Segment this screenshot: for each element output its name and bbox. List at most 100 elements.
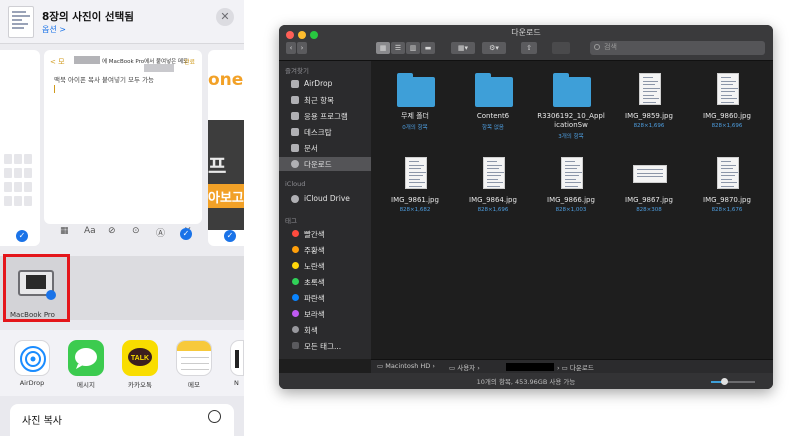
redacted-block [144,64,174,72]
sidebar-tag-gray[interactable]: 회색 [279,323,371,337]
file-meta: 828×1,676 [711,207,743,213]
airdrop-icon[interactable] [14,340,50,376]
sidebar-tag-green[interactable]: 초록색 [279,275,371,289]
sidebar-item-label: AirDrop [304,79,333,88]
sidebar-tag-blue[interactable]: 파란색 [279,291,371,305]
list-view-button[interactable]: ☰ [391,42,405,54]
action-gear-button[interactable]: ⚙▾ [482,42,506,54]
folder-icon [397,73,435,107]
sidebar-tag-all[interactable]: 모든 태그... [279,339,371,353]
tag-color-icon [292,326,299,333]
sidebar-item-label: 초록색 [304,278,325,287]
photo-preview-carousel: ✓ < 모 에 MacBook Pro에서 붙여넣은 메모 완료 맥북 아이폰 … [0,44,244,256]
sidebar-item-downloads[interactable]: 다운로드 [279,157,371,171]
icon-view-button[interactable]: ▦ [376,42,390,54]
markup-icon: Ⓐ [156,229,166,239]
sidebar-item-label: 회색 [304,326,318,335]
sidebar-item-desktop[interactable]: 데스크탑 [279,125,371,139]
selected-check-icon[interactable]: ✓ [224,230,236,242]
gallery-view-button[interactable]: ▬ [421,42,435,54]
window-title: 다운로드 [511,28,541,37]
image-file-icon [717,157,739,189]
preview-card-note[interactable]: < 모 에 MacBook Pro에서 붙여넣은 메모 완료 맥북 아이폰 복사… [44,50,202,224]
camera-icon: ⊙ [132,226,140,236]
file-item[interactable]: IMG_9864.jpg 828×1,696 [455,153,531,229]
sidebar-tag-orange[interactable]: 주황색 [279,243,371,257]
selected-check-icon[interactable]: ✓ [16,230,28,242]
sidebar-item-recents[interactable]: 최근 항목 [279,93,371,107]
file-item[interactable]: IMG_9860.jpg 828×1,696 [689,69,765,145]
table-icon: ▦ [60,226,69,236]
sidebar-item-label: iCloud Drive [304,194,350,203]
highlight-box [3,254,70,322]
sidebar-item-applications[interactable]: 응용 프로그램 [279,109,371,123]
tag-color-icon [292,310,299,317]
file-item[interactable]: IMG_9867.jpg 828×308 [611,153,687,229]
redacted-username [506,363,554,371]
folder-icon [553,73,591,107]
file-item[interactable]: IMG_9859.jpg 828×1,696 [611,69,687,145]
folder-item[interactable]: 무제 폴더 0개의 항목 [377,69,453,145]
note-done-label: 완료 [184,59,196,66]
share-button[interactable]: ⇧ [521,42,537,54]
sidebar-item-label: 데스크탑 [304,128,332,137]
recents-icon [291,96,299,104]
sidebar-tag-red[interactable]: 빨간색 [279,227,371,241]
tag-color-icon [292,278,299,285]
preview-card-left[interactable]: ✓ [0,50,40,246]
sidebar-item-label: 최근 항목 [304,96,334,105]
screenshot-root: 8장의 사진이 선택됨 옵션 > ✕ ✓ < 모 에 MacBook Pro에서… [0,0,808,436]
file-item[interactable]: IMG_9861.jpg 828×1,682 [377,153,453,229]
image-file-icon [717,73,739,105]
forward-button[interactable]: › [297,42,307,54]
file-meta: 828×1,682 [399,207,431,213]
kakaotalk-logo-text: TALK [131,355,149,362]
search-input[interactable]: 검색 [590,41,765,55]
file-meta: 0개의 항목 [402,125,428,131]
close-button[interactable]: ✕ [216,8,234,26]
file-name: R3306192_10_ApplicationSw [537,112,605,129]
tag-button[interactable] [552,42,570,54]
app-label: 메모 [188,381,200,389]
sidebar-tag-yellow[interactable]: 노란색 [279,259,371,273]
note-body-text: 맥북 아이폰 복사 붙여넣기 모두 가능 [54,76,155,84]
image-file-icon [639,73,661,105]
sidebar-item-label: 빨간색 [304,230,325,239]
app-partial-icon[interactable] [230,340,244,376]
ios-share-sheet: 8장의 사진이 선택됨 옵션 > ✕ ✓ < 모 에 MacBook Pro에서… [0,0,244,436]
sidebar-item-documents[interactable]: 문서 [279,141,371,155]
preview-card-right[interactable]: one 프 아보고 ✓ [208,50,244,246]
sidebar-favorites-header: 즐겨찾기 [285,67,309,75]
applications-icon [291,112,299,120]
selected-check-icon[interactable]: ✓ [180,228,192,240]
file-name: IMG_9866.jpg [547,196,595,204]
back-button[interactable]: ‹ [286,42,296,54]
kakaotalk-icon[interactable]: TALK [122,340,158,376]
folder-item[interactable]: R3306192_10_ApplicationSw 3개의 항목 [533,69,609,145]
documents-icon [291,144,299,152]
sidebar-item-label: 문서 [304,144,318,153]
sidebar-item-airdrop[interactable]: AirDrop [279,77,371,91]
options-link[interactable]: 옵션 > [42,24,66,35]
notes-icon[interactable] [176,340,212,376]
file-item[interactable]: IMG_9866.jpg 828×1,003 [533,153,609,229]
downloads-icon [291,160,299,168]
sidebar-item-icloud-drive[interactable]: iCloud Drive [279,192,371,206]
folder-item[interactable]: Content6 항목 없음 [455,69,531,145]
path-segment-users[interactable]: ▭ 사용자 › [449,362,480,372]
preview-banner-text: 아보고 [208,191,244,206]
file-meta: 828×308 [636,207,662,213]
path-segment-downloads[interactable]: › ▭ 다운로드 [557,362,594,372]
group-by-button[interactable]: ▦▾ [451,42,475,54]
file-meta: 828×1,003 [555,207,587,213]
icon-size-slider[interactable] [711,378,755,385]
copy-photos-action[interactable]: 사진 복사 [10,404,234,436]
column-view-button[interactable]: ▥ [406,42,420,54]
path-segment-hd[interactable]: ▭ Macintosh HD › [377,362,435,370]
app-label: 메시지 [77,381,95,389]
finder-titlebar: 다운로드 ‹ › ▦ ☰ ▥ ▬ ▦▾ ⚙▾ ⇧ 검색 [279,25,773,61]
messages-icon[interactable] [68,340,104,376]
share-sheet-title: 8장의 사진이 선택됨 [42,11,134,23]
sidebar-tag-purple[interactable]: 보라색 [279,307,371,321]
file-item[interactable]: IMG_9870.jpg 828×1,676 [689,153,765,229]
